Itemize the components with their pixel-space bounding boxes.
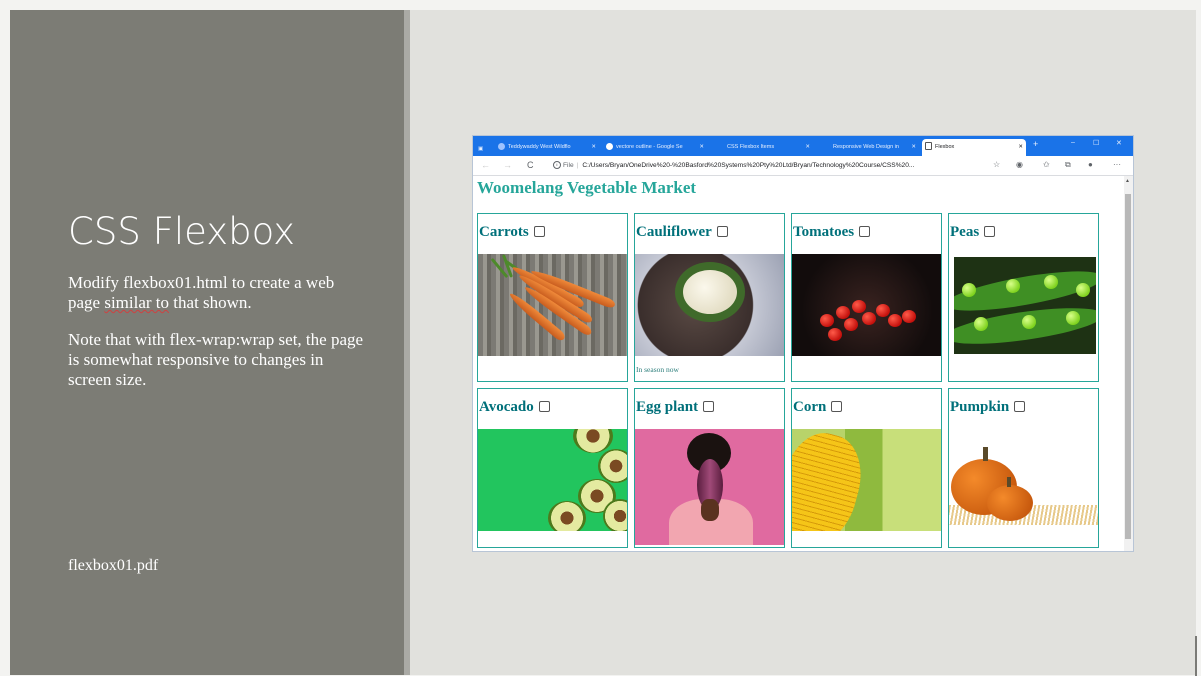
in-season-caption: In season now: [636, 365, 679, 374]
carrots-checkbox[interactable]: [533, 226, 545, 238]
address-bar[interactable]: i File | C:/Users/Bryan/OneDrive%20-%20Basf…: [553, 159, 983, 172]
panel-divider: [404, 10, 410, 675]
slide-edge-mark: [1195, 636, 1197, 676]
vegetable-card-cauliflower: Cauliflower In season now: [634, 213, 785, 382]
tomatoes-checkbox[interactable]: [859, 226, 871, 238]
pumpkin-photo: [949, 429, 1098, 531]
close-window-button[interactable]: ✕: [1116, 139, 1122, 147]
carrots-photo: [478, 254, 627, 356]
pumpkin-checkbox[interactable]: [1014, 401, 1026, 413]
close-tab-icon[interactable]: ✕: [1018, 139, 1023, 156]
tab-css-flexbox-items[interactable]: CSS Flexbox Items ✕: [713, 139, 813, 156]
tab-responsive-web-design[interactable]: Responsive Web Design in ✕: [819, 139, 919, 156]
browser-screenshot: ▣ Teddywaddy West Wildflo ✕ vectore outli…: [472, 135, 1134, 552]
vegetable-card-carrots: Carrots: [477, 213, 628, 382]
collections-icon[interactable]: ⧉: [1065, 160, 1071, 170]
file-name: flexbox01.pdf: [68, 557, 159, 574]
tab-google-search[interactable]: vectore outline - Google Se ✕: [603, 139, 707, 156]
vegetable-card-pumpkin: Pumpkin: [948, 388, 1099, 548]
vegetable-card-egg-plant: Egg plant: [634, 388, 785, 548]
egg-plant-checkbox[interactable]: [703, 401, 715, 413]
slide-left-panel: CSS Flexbox Modify flexbox01.html to cre…: [10, 10, 404, 675]
url-text: C:/Users/Bryan/OneDrive%20-%20Basford%20…: [582, 162, 915, 169]
favorites-icon[interactable]: ✩: [1043, 160, 1050, 169]
read-aloud-icon[interactable]: ☆: [993, 160, 1000, 169]
tab-teddywaddy[interactable]: Teddywaddy West Wildflo ✕: [495, 139, 599, 156]
close-tab-icon[interactable]: ✕: [805, 139, 810, 156]
scroll-up-icon[interactable]: ▲: [1125, 178, 1130, 184]
reload-icon[interactable]: C: [527, 160, 534, 170]
slide: CSS Flexbox Modify flexbox01.html to cre…: [10, 10, 1197, 676]
corn-checkbox[interactable]: [831, 401, 843, 413]
close-tab-icon[interactable]: ✕: [591, 139, 596, 156]
new-tab-button[interactable]: +: [1033, 139, 1038, 149]
vegetable-card-tomatoes: Tomatoes: [791, 213, 942, 382]
minimize-button[interactable]: –: [1071, 139, 1075, 146]
corn-photo: [792, 429, 941, 531]
egg-plant-photo: [635, 429, 784, 545]
cauliflower-photo: [635, 254, 784, 356]
close-tab-icon[interactable]: ✕: [699, 139, 704, 156]
google-icon: [606, 142, 613, 150]
profile-icon[interactable]: ●: [1088, 160, 1093, 169]
peas-checkbox[interactable]: [984, 226, 996, 238]
info-icon[interactable]: i: [553, 161, 561, 170]
peas-photo: [954, 257, 1096, 354]
instruction-paragraph: Modify flexbox01.html to create a web pa…: [68, 273, 335, 312]
close-tab-icon[interactable]: ✕: [911, 139, 916, 156]
vegetable-card-avocado: Avocado: [477, 388, 628, 548]
page-viewport: Woomelang Vegetable Market Carrots Cauli…: [473, 176, 1124, 551]
tab-bar: ▣ Teddywaddy West Wildflo ✕ vectore outli…: [473, 136, 1133, 156]
avocado-photo: [478, 429, 627, 531]
maximize-button[interactable]: ☐: [1093, 139, 1099, 147]
page-heading: Woomelang Vegetable Market: [477, 178, 697, 197]
back-arrow-icon[interactable]: ←: [481, 160, 490, 170]
vegetable-card-peas: Peas: [948, 213, 1099, 382]
forward-arrow-icon[interactable]: →: [503, 160, 512, 170]
slide-title: CSS Flexbox: [68, 210, 296, 253]
tab-flexbox[interactable]: Flexbox ✕: [922, 139, 1026, 156]
scrollbar-thumb[interactable]: [1125, 194, 1131, 539]
page-icon: [925, 142, 932, 151]
more-icon[interactable]: ···: [1113, 160, 1121, 169]
tomatoes-photo: [792, 254, 941, 356]
cauliflower-checkbox[interactable]: [716, 226, 728, 238]
note-paragraph: Note that with flex-wrap:wrap set, the p…: [68, 330, 364, 389]
spellcheck-underline: similar to: [104, 293, 170, 312]
globe-icon: [498, 142, 505, 150]
address-toolbar: ← → C i File | C:/Users/Bryan/OneDrive%20-%…: [473, 156, 1133, 176]
avocado-checkbox[interactable]: [538, 401, 550, 413]
vegetable-card-corn: Corn: [791, 388, 942, 548]
shield-icon[interactable]: ◉: [1016, 160, 1023, 169]
